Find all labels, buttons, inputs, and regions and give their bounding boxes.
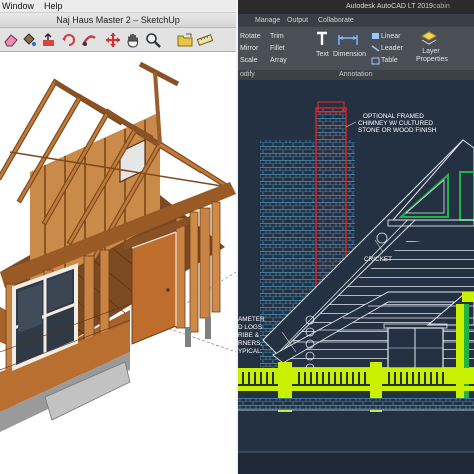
tab-collaborate[interactable]: Collaborate [318,14,354,27]
autocad-titlebar: Autodesk AutoCAD LT 2019 cabin elevation [238,0,474,24]
panel-annotation-title: Annotation [339,71,373,78]
tab-manage[interactable]: Manage [255,14,280,27]
dimension-icon[interactable] [337,31,359,47]
note-logs-5: YPICAL. [238,348,263,355]
menu-window[interactable]: Window [2,1,34,11]
paint-bucket-icon[interactable] [20,31,38,49]
mirror-button[interactable]: Mirror [240,45,258,52]
autocad-drawing-area[interactable]: OPTIONAL FRAMED CHIMNEY W/ CULTURED STON… [238,80,474,474]
rotate-icon[interactable] [60,31,78,49]
sketchup-window: Window Help Naj Haus Master 2 – SketchUp [0,0,236,474]
note-logs-4: RNERS, [238,340,262,347]
cabin-frame-model [0,61,236,432]
note-chimney-3: STONE OR WOOD FINISH [358,127,437,134]
sketchup-toolbar [0,28,236,52]
text-button[interactable]: Text [316,51,329,58]
leader-button[interactable]: Leader [381,45,403,52]
panel-modify-title: odify [240,71,255,78]
scale-button[interactable]: Scale [240,57,258,64]
autocad-app-title: Autodesk AutoCAD LT 2019 [346,3,433,10]
text-icon[interactable] [315,31,329,47]
ruler-icon[interactable] [196,31,214,49]
menu-help[interactable]: Help [44,1,63,11]
fillet-button[interactable]: Fillet [270,45,285,52]
ribbon-tabs: Manage Output Collaborate [238,14,474,27]
note-chimney-1: OPTIONAL FRAMED [363,113,424,120]
follow-me-icon[interactable] [80,31,98,49]
cabin-elevation-drawing: OPTIONAL FRAMED CHIMNEY W/ CULTURED STON… [238,101,474,474]
note-logs-3: RIBE & [238,332,260,339]
rotate-button[interactable]: Rotate [240,33,261,40]
sketchup-menubar: Window Help [0,0,236,13]
zoom-icon[interactable] [144,31,162,49]
table-button[interactable]: Table [381,57,398,64]
layer-properties-button[interactable]: Layer Properties [416,48,448,64]
sketchup-model-viewport[interactable] [0,52,236,474]
sketchup-title: Naj Haus Master 2 – SketchUp [0,13,236,28]
annotation-small-icons [371,33,380,65]
trim-button[interactable]: Trim [270,33,284,40]
pan-hand-icon[interactable] [124,31,142,49]
folder-icon[interactable] [176,31,194,49]
array-button[interactable]: Array [270,57,287,64]
ribbon-panel-titles: odify Annotation [238,70,474,80]
push-pull-icon[interactable] [40,31,58,49]
autocad-window: Autodesk AutoCAD LT 2019 cabin elevation… [238,0,474,474]
eraser-icon[interactable] [2,31,20,49]
tab-output[interactable]: Output [287,14,308,27]
layer-properties-icon[interactable] [420,30,438,46]
note-logs-1: AMETER [238,316,265,323]
note-chimney-2: CHIMNEY W/ CULTURED [358,120,433,127]
move-icon[interactable] [104,31,122,49]
note-cricket: CRICKET [364,256,392,263]
linear-button[interactable]: Linear [381,33,400,40]
dimension-button[interactable]: Dimension [333,51,366,58]
note-logs-2: D LOGS [238,324,262,331]
